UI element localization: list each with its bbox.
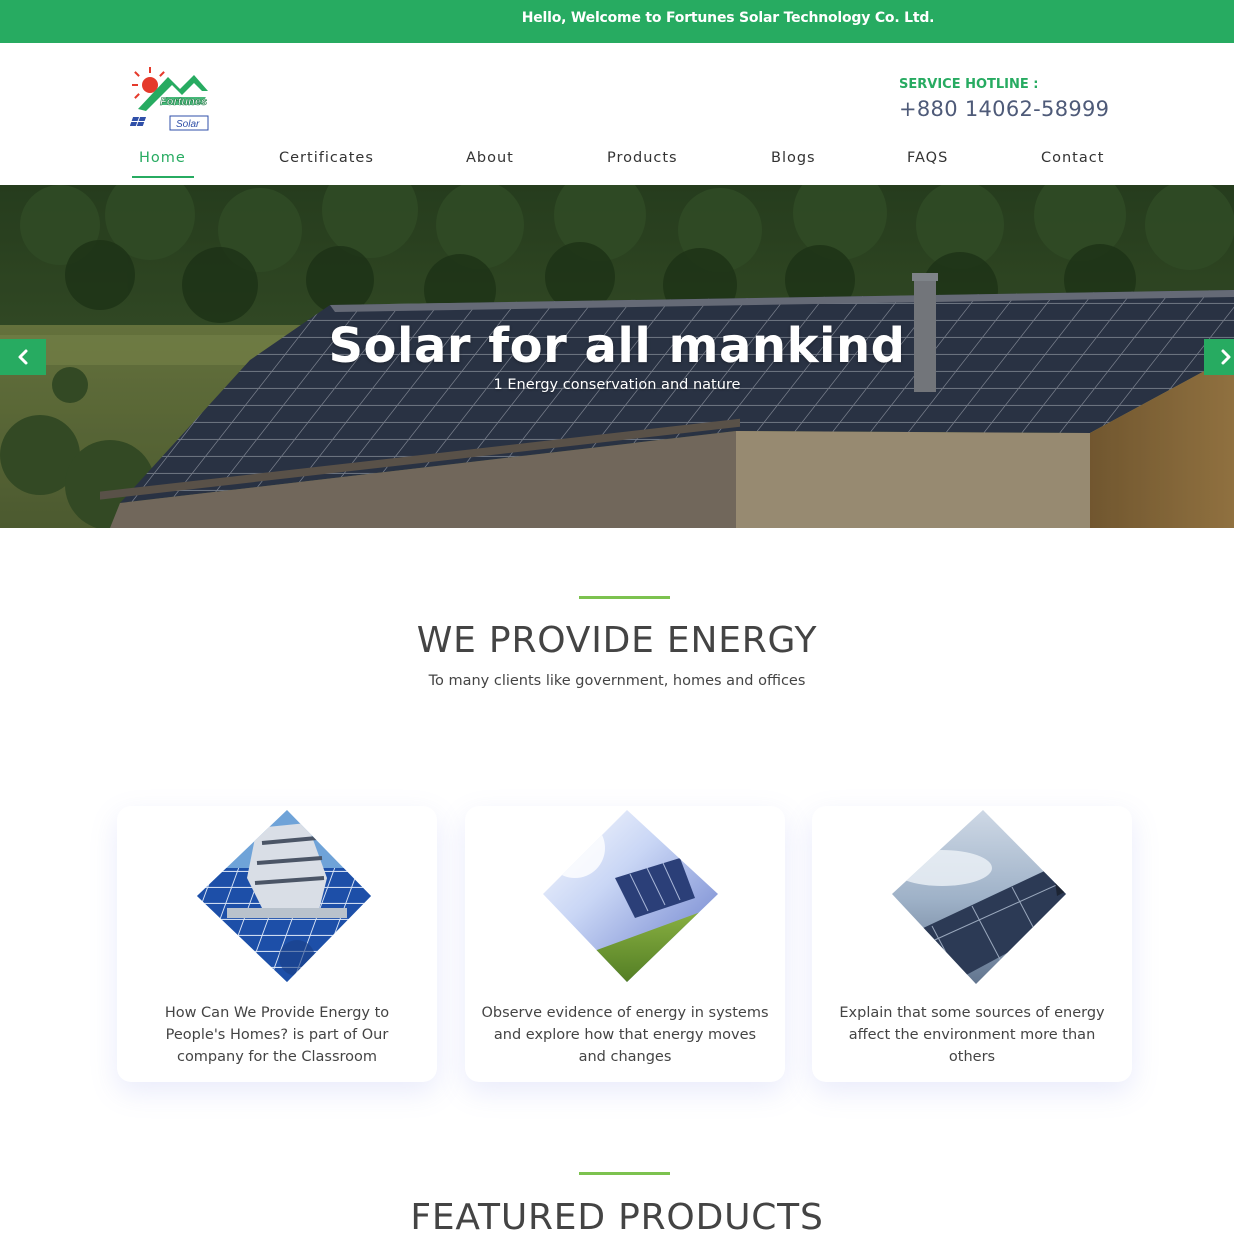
hero-title: Solar for all mankind xyxy=(328,318,906,374)
welcome-text: Hello, Welcome to Fortunes Solar Technol… xyxy=(521,10,935,26)
site-logo[interactable]: Fortunes Solar xyxy=(129,65,212,135)
card-description: Observe evidence of energy in systems an… xyxy=(481,1005,769,1065)
service-hotline-label: SERVICE HOTLINE : xyxy=(899,77,1039,92)
card-image-installer xyxy=(197,810,371,982)
chevron-right-icon xyxy=(1221,349,1231,365)
card-description: Explain that some sources of energy affe… xyxy=(839,1005,1105,1065)
nav-active-underline xyxy=(132,176,194,178)
logo-brand-text: Fortunes xyxy=(160,96,207,108)
card-image-solar-field xyxy=(543,810,718,982)
provide-section-title: WE PROVIDE ENERGY xyxy=(416,620,818,661)
welcome-bar: Hello, Welcome to Fortunes Solar Technol… xyxy=(0,0,1234,43)
logo-sun-house-icon: Fortunes Solar xyxy=(129,67,209,131)
nav-item-about[interactable]: About xyxy=(466,150,514,166)
nav-item-home[interactable]: Home xyxy=(139,150,186,166)
nav-item-products[interactable]: Products xyxy=(607,150,678,166)
nav-item-contact[interactable]: Contact xyxy=(1041,150,1104,166)
provide-section-divider xyxy=(579,596,670,599)
chevron-left-icon xyxy=(18,349,28,365)
slider-prev-button[interactable] xyxy=(0,339,46,375)
energy-card[interactable]: Observe evidence of energy in systems an… xyxy=(465,806,785,1082)
slider-next-button[interactable] xyxy=(1204,339,1234,375)
nav-item-blogs[interactable]: Blogs xyxy=(771,150,816,166)
featured-section-title: FEATURED PRODUCTS xyxy=(410,1197,824,1234)
nav-item-faqs[interactable]: FAQS xyxy=(907,150,948,166)
featured-section-divider xyxy=(579,1172,670,1175)
service-hotline-number[interactable]: +880 14062-58999 xyxy=(899,97,1109,121)
energy-card[interactable]: Explain that some sources of energy affe… xyxy=(812,806,1132,1082)
card-image-panel-sky xyxy=(892,810,1066,984)
provide-section-subtitle: To many clients like government, homes a… xyxy=(428,673,806,689)
logo-sub-text: Solar xyxy=(176,119,200,130)
card-description: How Can We Provide Energy to People's Ho… xyxy=(164,1005,390,1065)
nav-item-certificates[interactable]: Certificates xyxy=(279,150,374,166)
energy-card[interactable]: How Can We Provide Energy to People's Ho… xyxy=(117,806,437,1082)
hero-subtitle: 1 Energy conservation and nature xyxy=(493,377,741,393)
